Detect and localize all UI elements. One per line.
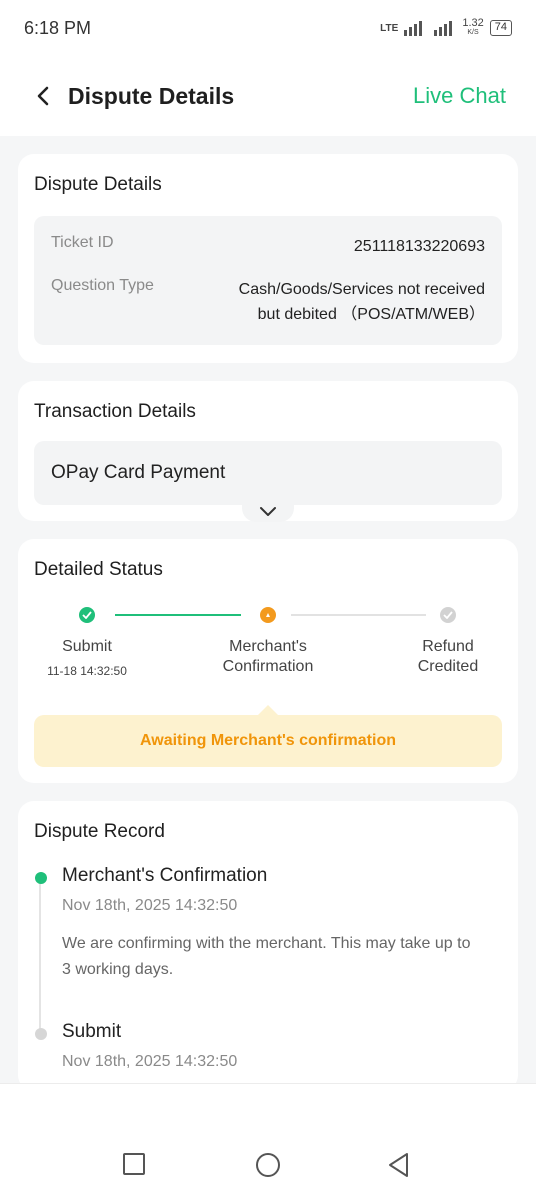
detailed-status-card: Detailed Status Submit 11-18 14:32:50 Me…: [18, 539, 518, 783]
dispute-record-title: Dispute Record: [34, 821, 165, 842]
status-icons: LTE 1.32 K/S 74: [380, 17, 512, 37]
battery-icon: 74: [489, 20, 512, 36]
record-title: Merchant's Confirmation: [62, 865, 268, 886]
square-icon: [123, 1153, 145, 1175]
status-bar: 6:18 PM LTE 1.32 K/S 74: [0, 0, 536, 56]
live-chat-button[interactable]: Live Chat: [413, 83, 506, 109]
back-chevron-icon: [37, 86, 49, 106]
question-type-row: Question Type Cash/Goods/Services not re…: [51, 277, 485, 327]
step-submit-time: 11-18 14:32:50: [47, 664, 127, 678]
system-back-button[interactable]: [387, 1152, 411, 1183]
record-time: Nov 18th, 2025 14:32:50: [62, 1053, 238, 1070]
notice-text: Awaiting Merchant's confirmation: [34, 715, 502, 767]
status-time: 6:18 PM: [24, 17, 92, 38]
record-item: Merchant's Confirmation Nov 18th, 2025 1…: [35, 865, 502, 983]
back-button[interactable]: [36, 86, 68, 106]
transaction-details-title: Transaction Details: [34, 401, 196, 422]
network-speed: 1.32 K/S: [462, 17, 484, 37]
app-bar: Dispute Details Live Chat: [0, 56, 536, 136]
ticket-row: Ticket ID 251118133220693: [51, 234, 485, 259]
main-content: Dispute Details Ticket ID 25111813322069…: [18, 154, 518, 1109]
record-item: Submit Nov 18th, 2025 14:32:50: [35, 1021, 502, 1071]
check-icon: [82, 611, 92, 619]
detailed-status-title: Detailed Status: [34, 559, 163, 580]
chevron-down-icon: [260, 506, 276, 516]
transaction-details-card: Transaction Details OPay Card Payment: [18, 381, 518, 522]
question-type-value: Cash/Goods/Services not received but deb…: [239, 277, 485, 327]
notice-pointer: [258, 705, 278, 715]
dispute-details-title: Dispute Details: [34, 174, 162, 195]
system-nav-bar: [0, 1083, 536, 1200]
question-type-label: Question Type: [51, 277, 154, 294]
step-merchant-confirmation: Merchant's Confirmation: [218, 607, 318, 677]
question-type-line1: Cash/Goods/Services not received: [238, 281, 485, 298]
step-refund-label: Refund Credited: [417, 638, 479, 675]
transaction-item[interactable]: OPay Card Payment: [34, 441, 502, 505]
circle-icon: [256, 1153, 280, 1177]
dispute-record-timeline: Merchant's Confirmation Nov 18th, 2025 1…: [34, 865, 502, 1071]
record-description: We are confirming with the merchant. Thi…: [62, 935, 471, 978]
ticket-value: 251118133220693: [353, 238, 485, 255]
signal-icon: [404, 20, 423, 36]
step-submit-label: Submit: [62, 638, 112, 655]
dispute-details-card: Dispute Details Ticket ID 25111813322069…: [18, 154, 518, 363]
step-submit: Submit 11-18 14:32:50: [46, 607, 128, 678]
step-merchant-label: Merchant's Confirmation: [222, 638, 314, 675]
hourglass-icon: [266, 613, 270, 617]
status-stepper: Submit 11-18 14:32:50 Merchant's Confirm…: [34, 607, 502, 697]
page-title: Dispute Details: [68, 82, 235, 109]
signal-icon-2: [434, 20, 453, 36]
step-refund-credited: Refund Credited: [408, 607, 488, 677]
dispute-record-card: Dispute Record Merchant's Confirmation N…: [18, 801, 518, 1091]
timeline-line: [39, 875, 41, 1035]
expand-button[interactable]: [242, 500, 294, 522]
home-button[interactable]: [255, 1152, 281, 1183]
question-type-line2: but debited （POS/ATM/WEB）: [257, 306, 485, 323]
check-icon: [443, 611, 453, 619]
dispute-info-box: Ticket ID 251118133220693 Question Type …: [34, 216, 502, 345]
record-time: Nov 18th, 2025 14:32:50: [62, 897, 238, 914]
step-done-dot: [79, 607, 95, 623]
step-pending-dot: [440, 607, 456, 623]
record-dot-active: [35, 872, 47, 884]
record-dot-inactive: [35, 1028, 47, 1040]
ticket-label: Ticket ID: [51, 234, 114, 251]
triangle-back-icon: [389, 1153, 408, 1177]
network-type: LTE: [380, 22, 399, 34]
recents-button[interactable]: [122, 1152, 146, 1181]
record-title: Submit: [62, 1021, 122, 1042]
step-current-dot: [260, 607, 276, 623]
status-notice: Awaiting Merchant's confirmation: [34, 705, 502, 767]
